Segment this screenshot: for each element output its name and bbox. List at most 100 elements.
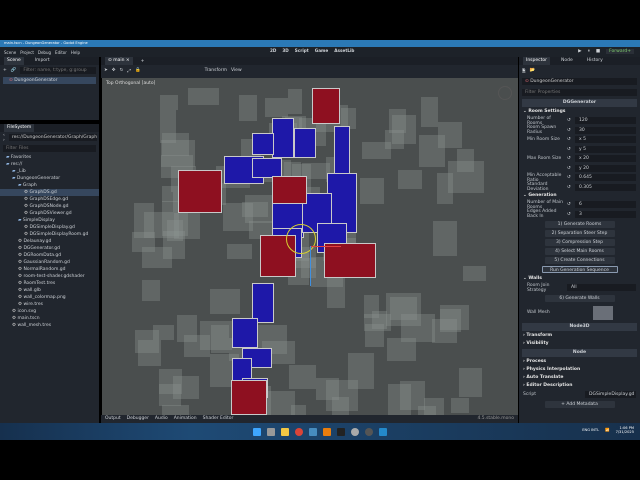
orientation-gizmo[interactable] <box>498 86 512 100</box>
renderer-select[interactable]: Forward+ <box>606 48 634 54</box>
property-value[interactable]: y 20 <box>575 164 636 172</box>
tab-scene[interactable]: Scene <box>4 57 24 65</box>
file-item[interactable]: ⚙ DGGenerator.gd <box>0 245 99 252</box>
generation-step-button[interactable]: 2) Separation Steer Step <box>544 230 615 237</box>
reset-icon[interactable]: ↺ <box>567 175 575 180</box>
reset-icon[interactable]: ↺ <box>567 137 575 142</box>
section-process[interactable]: › Process <box>519 358 640 366</box>
reset-icon[interactable]: ↺ <box>567 202 575 207</box>
file-item[interactable]: ⚙ GraphDSNode.gd <box>0 203 99 210</box>
file-item[interactable]: ⚙ wall.glb <box>0 287 99 294</box>
file-item[interactable]: ⚙ GaussianRandom.gd <box>0 259 99 266</box>
file-item[interactable]: ▰ _Lib <box>0 168 99 175</box>
tab-animation[interactable]: Animation <box>174 415 197 423</box>
script-value[interactable]: DGSimpleDisplay.gd <box>585 390 636 398</box>
file-item[interactable]: ⚙ GraphDSViewer.gd <box>0 210 99 217</box>
menu-editor[interactable]: Editor <box>55 50 67 55</box>
file-item[interactable]: ⚙ wire.tres <box>0 301 99 308</box>
file-item[interactable]: ⚙ wall_mesh.tres <box>0 322 99 329</box>
menu-debug[interactable]: Debug <box>38 50 51 55</box>
generation-step-button[interactable]: 3) Compression Step <box>544 239 615 246</box>
new-tab-icon[interactable]: + <box>141 59 145 64</box>
file-item[interactable]: ⚙ Delaunay.gd <box>0 238 99 245</box>
room-join-strategy-select[interactable]: All <box>567 284 636 292</box>
property-value[interactable]: 0.305 <box>575 183 636 191</box>
tab-filesystem[interactable]: FileSystem <box>4 124 35 132</box>
file-item[interactable]: ⚙ GraphDSEdge.gd <box>0 196 99 203</box>
add-node-icon[interactable]: + <box>3 68 7 73</box>
workspace-script[interactable]: Script <box>295 48 309 53</box>
file-item[interactable]: ⚙ NormalRandom.gd <box>0 266 99 273</box>
settings-icon[interactable] <box>351 427 359 436</box>
blender-icon[interactable] <box>323 427 331 436</box>
file-item[interactable]: ▰ Graph <box>0 182 99 189</box>
view-menu[interactable]: View <box>231 68 242 73</box>
3d-viewport[interactable]: Top Orthogonal [auto] <box>102 78 518 415</box>
inspected-object[interactable]: ⊙ DungeonGenerator <box>522 78 637 85</box>
property-value[interactable]: 30 <box>575 126 636 134</box>
file-item[interactable]: ⚙ DGSimpleDisplay.gd <box>0 224 99 231</box>
tab-main-scene[interactable]: ⊙ main × <box>105 57 133 65</box>
generation-step-button[interactable]: Run Generation Sequence <box>541 266 618 273</box>
reset-icon[interactable]: ↺ <box>567 156 575 161</box>
z-axis-gizmo[interactable] <box>310 246 311 286</box>
tray-clock[interactable]: 1:06 PM 7/31/2025 <box>616 426 634 434</box>
reset-icon[interactable]: ↺ <box>567 212 575 217</box>
stop-icon[interactable]: ■ <box>596 49 600 54</box>
open-icon[interactable]: 📂 <box>530 68 536 73</box>
property-value[interactable]: 0.645 <box>575 174 636 182</box>
transform-menu[interactable]: Transform <box>205 68 227 73</box>
workspace-2d[interactable]: 2D <box>270 48 276 53</box>
property-value[interactable]: y 5 <box>575 145 636 153</box>
link-icon[interactable]: 🔗 <box>11 68 17 73</box>
move-tool-icon[interactable]: ✥ <box>112 68 116 73</box>
terminal-icon[interactable] <box>337 427 345 436</box>
file-item[interactable]: ▰ res:// <box>0 161 99 168</box>
tray-language[interactable]: ENG INTL <box>582 428 599 432</box>
filter-properties-input[interactable]: Filter Properties <box>522 89 637 96</box>
reset-icon[interactable]: ↺ <box>567 185 575 190</box>
generation-step-button[interactable]: 1) Generate Rooms <box>544 221 615 228</box>
property-value[interactable]: 120 <box>575 117 636 125</box>
reset-icon[interactable]: ↺ <box>567 118 575 123</box>
rotate-tool-icon[interactable]: ↻ <box>120 68 124 73</box>
scene-tree-root[interactable]: ⊙ DungeonGenerator <box>3 77 96 84</box>
viewport-label[interactable]: Top Orthogonal [auto] <box>106 81 155 86</box>
lock-icon[interactable]: 🔒 <box>135 68 141 73</box>
tab-audio[interactable]: Audio <box>155 415 168 423</box>
file-item[interactable]: ⚙ room-test-shader.gdshader <box>0 273 99 280</box>
pause-icon[interactable]: ⏸ <box>588 48 590 54</box>
file-item[interactable]: ⚙ RoomTest.tres <box>0 280 99 287</box>
chrome-icon[interactable] <box>295 427 303 436</box>
property-value[interactable]: 3 <box>575 210 636 218</box>
tab-history[interactable]: History <box>584 57 606 65</box>
section-visibility[interactable]: › Visibility <box>519 340 640 348</box>
rotation-gizmo[interactable] <box>286 224 316 254</box>
section-auto-translate[interactable]: › Auto Translate <box>519 374 640 382</box>
tab-debugger[interactable]: Debugger <box>127 415 149 423</box>
reset-icon[interactable]: ↺ <box>567 128 575 133</box>
file-item[interactable]: ⚙ wall_colormap.png <box>0 294 99 301</box>
tab-inspector[interactable]: Inspector <box>523 57 550 65</box>
back-icon[interactable]: ‹ › <box>3 133 5 143</box>
file-item[interactable]: ⚙ icon.svg <box>0 308 99 315</box>
filter-files-input[interactable]: Filter Files <box>3 145 96 152</box>
x-axis-gizmo[interactable] <box>311 246 341 247</box>
file-item[interactable]: ⚙ DGSimpleDisplayRoom.gd <box>0 231 99 238</box>
section-editor-description[interactable]: › Editor Description <box>519 382 640 390</box>
godot-icon[interactable] <box>309 427 317 436</box>
property-value[interactable]: 6 <box>575 201 636 209</box>
file-item[interactable]: ⚙ DGRoomData.gd <box>0 252 99 259</box>
property-value[interactable]: x 5 <box>575 136 636 144</box>
generation-step-button[interactable]: 5) Create Connections <box>544 257 615 264</box>
wifi-icon[interactable]: 📶 <box>605 428 609 432</box>
reset-icon[interactable]: ↺ <box>567 166 575 171</box>
file-item[interactable]: ▰ SimpleDisplay <box>0 217 99 224</box>
start-icon[interactable] <box>253 427 261 436</box>
new-resource-icon[interactable]: 🗎 <box>522 67 526 75</box>
file-item[interactable]: ⚙ main.tscn <box>0 315 99 322</box>
file-item[interactable]: ▰ DungeonGenerator <box>0 175 99 182</box>
file-explorer-icon[interactable] <box>281 427 289 436</box>
menu-scene[interactable]: Scene <box>4 50 16 55</box>
menu-help[interactable]: Help <box>71 50 80 55</box>
